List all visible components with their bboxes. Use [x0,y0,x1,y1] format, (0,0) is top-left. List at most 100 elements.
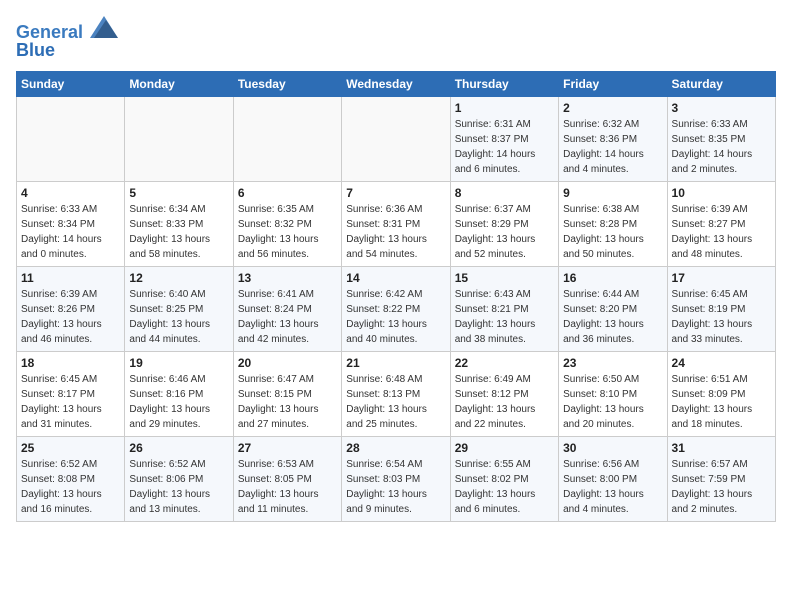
day-info: Sunrise: 6:39 AMSunset: 8:27 PMDaylight:… [672,202,771,262]
day-number: 19 [129,356,228,370]
day-number: 4 [21,186,120,200]
calendar-cell: 27 Sunrise: 6:53 AMSunset: 8:05 PMDayligh… [233,436,341,521]
day-number: 10 [672,186,771,200]
day-number: 3 [672,101,771,115]
day-number: 27 [238,441,337,455]
day-info: Sunrise: 6:45 AMSunset: 8:19 PMDaylight:… [672,287,771,347]
day-info: Sunrise: 6:43 AMSunset: 8:21 PMDaylight:… [455,287,554,347]
day-number: 28 [346,441,445,455]
day-info: Sunrise: 6:49 AMSunset: 8:12 PMDaylight:… [455,372,554,432]
calendar-cell: 28 Sunrise: 6:54 AMSunset: 8:03 PMDayligh… [342,436,450,521]
day-info: Sunrise: 6:38 AMSunset: 8:28 PMDaylight:… [563,202,662,262]
calendar-cell: 8 Sunrise: 6:37 AMSunset: 8:29 PMDaylight… [450,181,558,266]
calendar-cell: 31Sunrise: 6:57 AMSunset: 7:59 PMDayligh… [667,436,775,521]
weekday-header-saturday: Saturday [667,71,775,96]
day-info: Sunrise: 6:40 AMSunset: 8:25 PMDaylight:… [129,287,228,347]
day-number: 18 [21,356,120,370]
day-number: 5 [129,186,228,200]
calendar-cell: 19 Sunrise: 6:46 AMSunset: 8:16 PMDayligh… [125,351,233,436]
day-info: Sunrise: 6:46 AMSunset: 8:16 PMDaylight:… [129,372,228,432]
calendar-cell: 1 Sunrise: 6:31 AMSunset: 8:37 PMDaylight… [450,96,558,181]
logo-icon [90,16,118,38]
calendar-cell: 24 Sunrise: 6:51 AMSunset: 8:09 PMDayligh… [667,351,775,436]
calendar-cell: 7Sunrise: 6:36 AMSunset: 8:31 PMDaylight… [342,181,450,266]
day-info: Sunrise: 6:35 AMSunset: 8:32 PMDaylight:… [238,202,337,262]
weekday-header-friday: Friday [559,71,667,96]
day-info: Sunrise: 6:32 AMSunset: 8:36 PMDaylight:… [563,117,662,177]
day-info: Sunrise: 6:50 AMSunset: 8:10 PMDaylight:… [563,372,662,432]
weekday-header-monday: Monday [125,71,233,96]
day-info: Sunrise: 6:53 AMSunset: 8:05 PMDaylight:… [238,457,337,517]
calendar-cell: 29 Sunrise: 6:55 AMSunset: 8:02 PMDayligh… [450,436,558,521]
day-number: 8 [455,186,554,200]
day-number: 11 [21,271,120,285]
calendar-cell: 9 Sunrise: 6:38 AMSunset: 8:28 PMDaylight… [559,181,667,266]
day-info: Sunrise: 6:44 AMSunset: 8:20 PMDaylight:… [563,287,662,347]
day-info: Sunrise: 6:31 AMSunset: 8:37 PMDaylight:… [455,117,554,177]
day-info: Sunrise: 6:55 AMSunset: 8:02 PMDaylight:… [455,457,554,517]
day-info: Sunrise: 6:37 AMSunset: 8:29 PMDaylight:… [455,202,554,262]
calendar-cell [17,96,125,181]
calendar-cell: 11 Sunrise: 6:39 AMSunset: 8:26 PMDayligh… [17,266,125,351]
calendar-cell: 5 Sunrise: 6:34 AMSunset: 8:33 PMDaylight… [125,181,233,266]
day-number: 12 [129,271,228,285]
calendar-cell: 12 Sunrise: 6:40 AMSunset: 8:25 PMDayligh… [125,266,233,351]
day-number: 13 [238,271,337,285]
calendar-cell: 10 Sunrise: 6:39 AMSunset: 8:27 PMDayligh… [667,181,775,266]
calendar-cell [342,96,450,181]
day-info: Sunrise: 6:39 AMSunset: 8:26 PMDaylight:… [21,287,120,347]
day-number: 16 [563,271,662,285]
day-number: 17 [672,271,771,285]
day-number: 14 [346,271,445,285]
calendar-cell: 30 Sunrise: 6:56 AMSunset: 8:00 PMDayligh… [559,436,667,521]
day-number: 15 [455,271,554,285]
weekday-header-tuesday: Tuesday [233,71,341,96]
calendar-cell: 16 Sunrise: 6:44 AMSunset: 8:20 PMDayligh… [559,266,667,351]
day-info: Sunrise: 6:52 AMSunset: 8:08 PMDaylight:… [21,457,120,517]
day-info: Sunrise: 6:47 AMSunset: 8:15 PMDaylight:… [238,372,337,432]
day-info: Sunrise: 6:42 AMSunset: 8:22 PMDaylight:… [346,287,445,347]
day-number: 1 [455,101,554,115]
calendar-cell: 14 Sunrise: 6:42 AMSunset: 8:22 PMDayligh… [342,266,450,351]
day-number: 25 [21,441,120,455]
weekday-header-thursday: Thursday [450,71,558,96]
calendar-cell: 26 Sunrise: 6:52 AMSunset: 8:06 PMDayligh… [125,436,233,521]
calendar-cell [125,96,233,181]
day-number: 24 [672,356,771,370]
day-info: Sunrise: 6:33 AMSunset: 8:34 PMDaylight:… [21,202,120,262]
day-number: 30 [563,441,662,455]
day-info: Sunrise: 6:45 AMSunset: 8:17 PMDaylight:… [21,372,120,432]
calendar-cell: 22 Sunrise: 6:49 AMSunset: 8:12 PMDayligh… [450,351,558,436]
page-header: General Blue [16,16,776,61]
day-number: 6 [238,186,337,200]
day-info: Sunrise: 6:52 AMSunset: 8:06 PMDaylight:… [129,457,228,517]
day-info: Sunrise: 6:48 AMSunset: 8:13 PMDaylight:… [346,372,445,432]
calendar-cell: 25 Sunrise: 6:52 AMSunset: 8:08 PMDayligh… [17,436,125,521]
day-number: 22 [455,356,554,370]
weekday-header-sunday: Sunday [17,71,125,96]
day-info: Sunrise: 6:41 AMSunset: 8:24 PMDaylight:… [238,287,337,347]
calendar-cell: 20Sunrise: 6:47 AMSunset: 8:15 PMDayligh… [233,351,341,436]
calendar-cell [233,96,341,181]
logo: General Blue [16,16,118,61]
day-number: 31 [672,441,771,455]
calendar-cell: 6 Sunrise: 6:35 AMSunset: 8:32 PMDaylight… [233,181,341,266]
day-number: 29 [455,441,554,455]
day-number: 7 [346,186,445,200]
calendar-table: SundayMondayTuesdayWednesdayThursdayFrid… [16,71,776,522]
day-info: Sunrise: 6:34 AMSunset: 8:33 PMDaylight:… [129,202,228,262]
day-info: Sunrise: 6:51 AMSunset: 8:09 PMDaylight:… [672,372,771,432]
calendar-cell: 15 Sunrise: 6:43 AMSunset: 8:21 PMDayligh… [450,266,558,351]
day-number: 9 [563,186,662,200]
day-number: 26 [129,441,228,455]
day-number: 23 [563,356,662,370]
calendar-cell: 21Sunrise: 6:48 AMSunset: 8:13 PMDayligh… [342,351,450,436]
weekday-header-wednesday: Wednesday [342,71,450,96]
calendar-cell: 2Sunrise: 6:32 AMSunset: 8:36 PMDaylight… [559,96,667,181]
calendar-cell: 13 Sunrise: 6:41 AMSunset: 8:24 PMDayligh… [233,266,341,351]
day-info: Sunrise: 6:56 AMSunset: 8:00 PMDaylight:… [563,457,662,517]
calendar-cell: 23 Sunrise: 6:50 AMSunset: 8:10 PMDayligh… [559,351,667,436]
calendar-cell: 3Sunrise: 6:33 AMSunset: 8:35 PMDaylight… [667,96,775,181]
calendar-cell: 4 Sunrise: 6:33 AMSunset: 8:34 PMDaylight… [17,181,125,266]
day-info: Sunrise: 6:54 AMSunset: 8:03 PMDaylight:… [346,457,445,517]
